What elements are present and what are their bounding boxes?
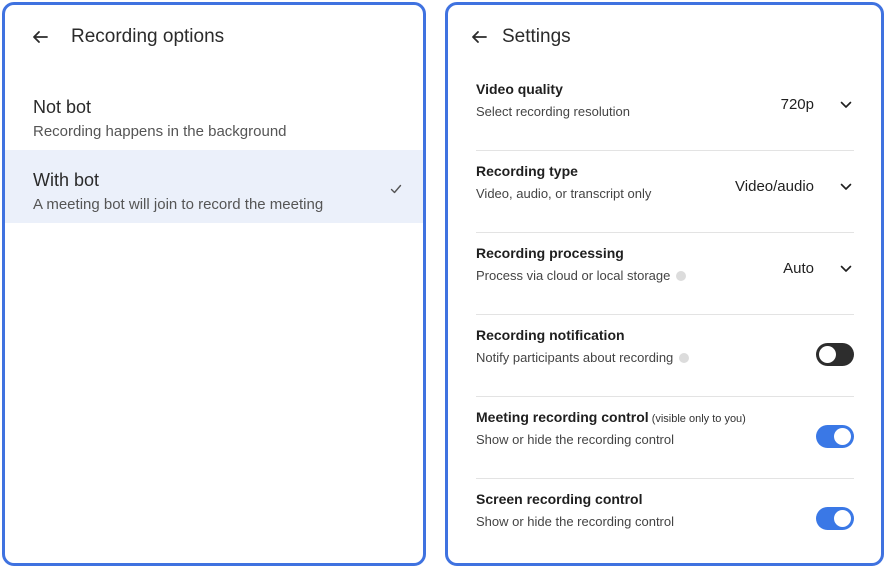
option-title: Not bot bbox=[33, 97, 92, 117]
setting-title: Recording notification bbox=[476, 327, 625, 343]
setting-screen-recording-control: Screen recording control Show or hide th… bbox=[476, 479, 854, 561]
recording-options-panel: Recording options Not bot Recording happ… bbox=[2, 2, 426, 566]
setting-desc: Notify participants about recording bbox=[476, 350, 690, 365]
setting-desc: Show or hide the recording control bbox=[476, 432, 674, 447]
setting-desc: Process via cloud or local storage bbox=[476, 268, 687, 283]
screen-recording-control-toggle[interactable] bbox=[816, 507, 854, 530]
meeting-recording-control-toggle[interactable] bbox=[816, 425, 854, 448]
setting-desc: Select recording resolution bbox=[476, 104, 630, 119]
toggle-knob bbox=[834, 510, 851, 527]
check-icon bbox=[389, 182, 403, 196]
chevron-down-icon bbox=[840, 101, 852, 109]
setting-desc-text: Show or hide the recording control bbox=[476, 432, 675, 447]
setting-video-quality: Video quality Select recording resolutio… bbox=[476, 69, 854, 151]
info-icon[interactable] bbox=[676, 270, 687, 281]
select-value: 720p bbox=[780, 96, 814, 113]
setting-title: Recording processing bbox=[476, 245, 624, 261]
arrow-left-icon[interactable] bbox=[29, 26, 51, 48]
recording-options-header: Recording options bbox=[5, 5, 423, 69]
setting-recording-notification: Recording notification Notify participan… bbox=[476, 315, 854, 397]
option-not-bot[interactable]: Not bot Recording happens in the backgro… bbox=[5, 77, 423, 150]
settings-list: Video quality Select recording resolutio… bbox=[448, 69, 881, 561]
info-icon[interactable] bbox=[679, 352, 690, 363]
setting-desc-text: Notify participants about recording bbox=[476, 350, 674, 365]
setting-title: Meeting recording control (visible only t… bbox=[476, 409, 746, 425]
option-title: With bot bbox=[33, 170, 100, 190]
page-title: Recording options bbox=[71, 26, 225, 47]
setting-recording-processing: Recording processing Process via cloud o… bbox=[476, 233, 854, 315]
setting-title-aside: (visible only to you) bbox=[651, 413, 746, 425]
setting-title-text: Meeting recording control bbox=[476, 409, 649, 425]
setting-title: Screen recording control bbox=[476, 491, 643, 507]
recording-notification-toggle[interactable] bbox=[816, 343, 854, 366]
chevron-down-icon bbox=[840, 265, 852, 273]
video-quality-select[interactable]: 720p bbox=[781, 96, 854, 113]
setting-recording-type: Recording type Video, audio, or transcri… bbox=[476, 151, 854, 233]
settings-panel: Settings Video quality Select recording … bbox=[445, 2, 884, 566]
setting-desc-text: Select recording resolution bbox=[476, 104, 630, 119]
select-value: Auto bbox=[783, 260, 814, 277]
recording-processing-select[interactable]: Auto bbox=[783, 260, 854, 277]
toggle-knob bbox=[819, 346, 836, 363]
settings-header: Settings bbox=[448, 5, 881, 69]
setting-meeting-recording-control: Meeting recording control (visible only t… bbox=[476, 397, 854, 479]
toggle-knob bbox=[834, 428, 851, 445]
option-with-bot[interactable]: With bot A meeting bot will join to reco… bbox=[5, 150, 423, 223]
setting-desc: Show or hide the recording control bbox=[476, 514, 674, 529]
select-value: Video/audio bbox=[735, 178, 814, 195]
setting-desc: Video, audio, or transcript only bbox=[476, 186, 651, 201]
setting-desc-text: Show or hide the recording control bbox=[476, 514, 675, 529]
chevron-down-icon bbox=[840, 183, 852, 191]
option-desc: Recording happens in the background bbox=[33, 123, 287, 140]
arrow-left-icon[interactable] bbox=[468, 26, 490, 48]
setting-desc-text: Video, audio, or transcript only bbox=[476, 186, 652, 201]
setting-desc-text: Process via cloud or local storage bbox=[476, 268, 671, 283]
page-title: Settings bbox=[502, 26, 571, 47]
recording-type-select[interactable]: Video/audio bbox=[735, 178, 854, 195]
setting-title: Video quality bbox=[476, 81, 563, 97]
option-desc: A meeting bot will join to record the me… bbox=[33, 196, 324, 213]
setting-title: Recording type bbox=[476, 163, 578, 179]
